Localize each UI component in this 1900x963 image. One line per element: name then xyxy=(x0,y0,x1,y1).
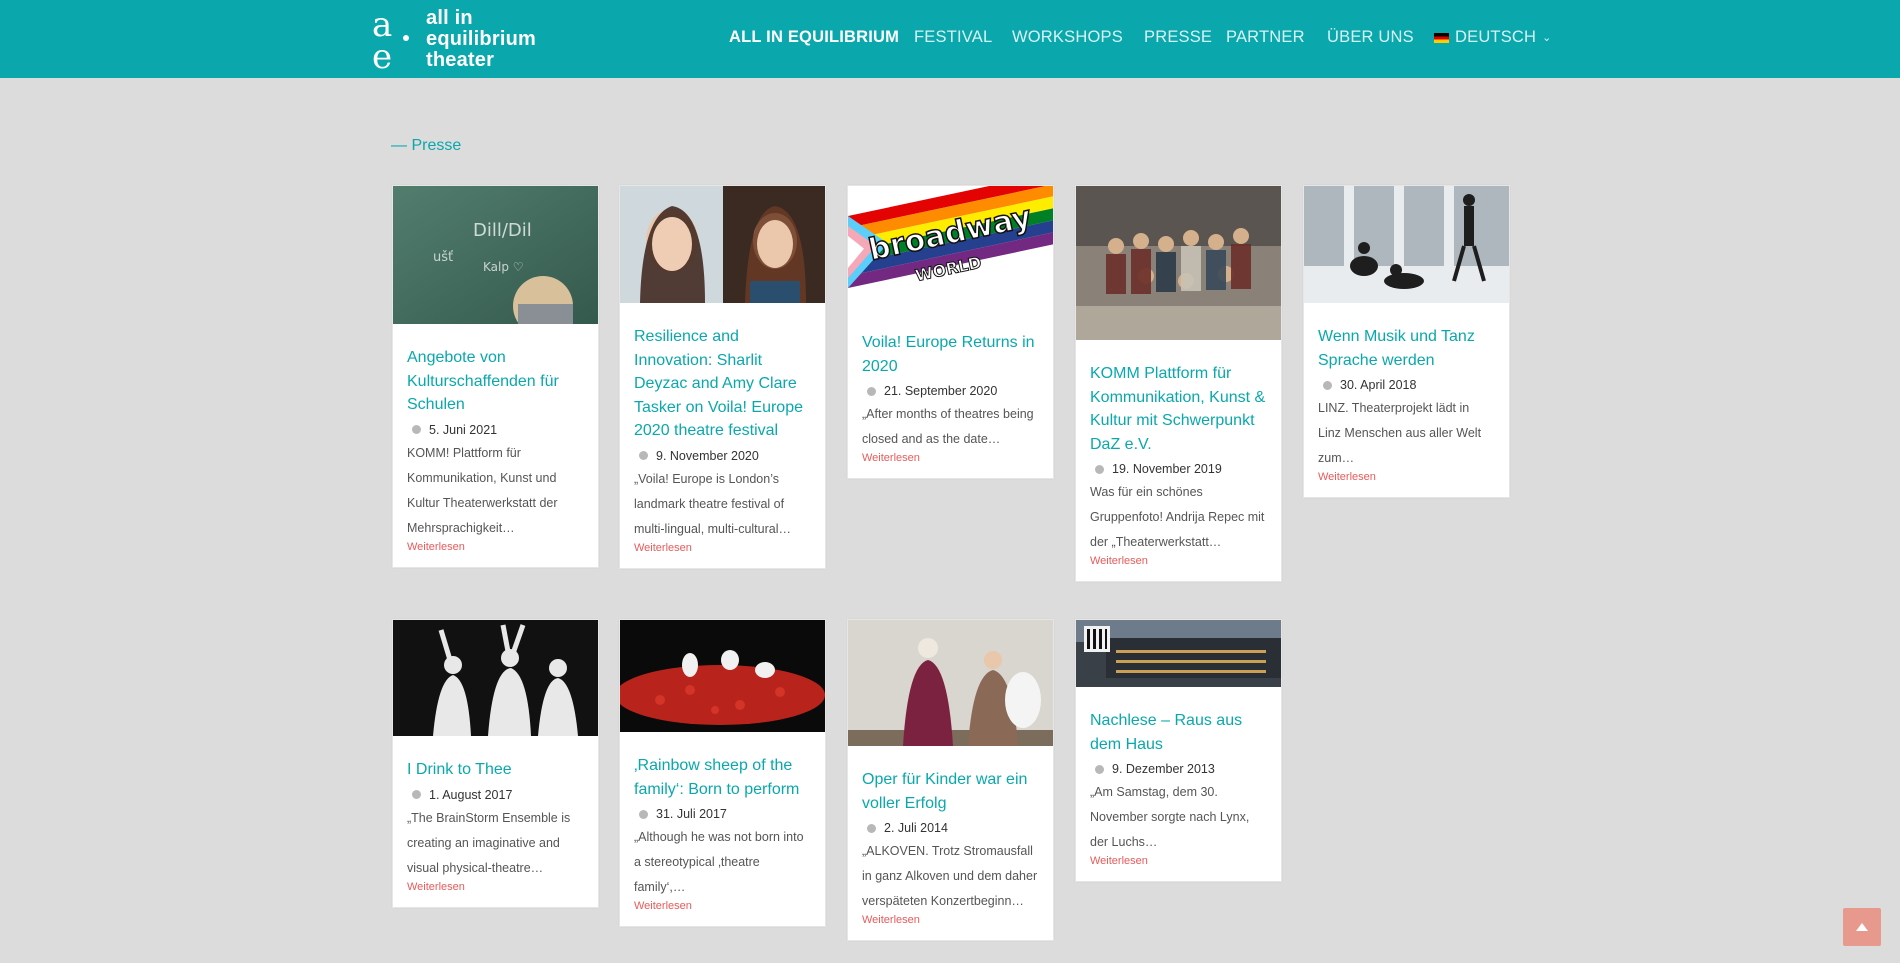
card-date: 9. November 2020 xyxy=(634,449,811,463)
card-date: 2. Juli 2014 xyxy=(862,821,1039,835)
calendar-dot-icon xyxy=(412,425,421,434)
logo-ae-icon: a e xyxy=(370,5,412,77)
date-text: 31. Juli 2017 xyxy=(656,807,727,821)
nav-ueber-uns[interactable]: ÜBER UNS xyxy=(1327,28,1414,47)
read-more-link[interactable]: Weiterlesen xyxy=(1090,855,1267,867)
press-card: Nachlese – Raus aus dem Haus 9. Dezember… xyxy=(1075,619,1282,882)
card-image-red-stage[interactable] xyxy=(620,620,825,732)
section-label: — Presse xyxy=(391,137,462,154)
logo-wordmark: all in equilibrium theater xyxy=(426,6,536,71)
card-title[interactable]: Voila! Europe Returns in 2020 xyxy=(862,331,1039,378)
read-more-link[interactable]: Weiterlesen xyxy=(862,452,1039,464)
read-more-link[interactable]: Weiterlesen xyxy=(407,881,584,893)
scroll-to-top-button[interactable] xyxy=(1843,908,1881,946)
read-more-link[interactable]: Weiterlesen xyxy=(1090,555,1267,567)
nav-presse[interactable]: PRESSE xyxy=(1144,28,1212,47)
calendar-dot-icon xyxy=(1095,464,1104,474)
card-title[interactable]: Angebote von Kulturschaffenden für Schul… xyxy=(407,346,584,417)
card-excerpt: LINZ. Theaterprojekt lädt in Linz Mensch… xyxy=(1318,401,1482,465)
nav-workshops[interactable]: WORKSHOPS xyxy=(1012,28,1123,47)
read-more-link[interactable]: Weiterlesen xyxy=(407,541,584,553)
calendar-dot-icon xyxy=(867,823,876,833)
date-text: 21. September 2020 xyxy=(884,384,998,398)
press-card: KOMM Plattform für Kommunikation, Kunst … xyxy=(1075,185,1282,582)
card-image-performers[interactable] xyxy=(393,620,598,736)
language-selector[interactable]: DEUTSCH ⌄ xyxy=(1434,28,1552,47)
card-image-building[interactable] xyxy=(1076,620,1281,687)
date-text: 1. August 2017 xyxy=(429,787,513,802)
card-title[interactable]: I Drink to Thee xyxy=(407,758,584,782)
card-date: 9. Dezember 2013 xyxy=(1090,762,1267,776)
calendar-dot-icon xyxy=(412,790,421,799)
press-card: ‚Rainbow sheep of the family‘: Born to p… xyxy=(619,619,826,927)
card-title[interactable]: KOMM Plattform für Kommunikation, Kunst … xyxy=(1090,362,1267,456)
calendar-dot-icon xyxy=(867,386,876,396)
site-logo[interactable]: a e all in equilibrium theater xyxy=(370,5,536,77)
date-text: 9. Dezember 2013 xyxy=(1112,762,1215,776)
read-more-link[interactable]: Weiterlesen xyxy=(862,914,1039,926)
card-excerpt: Was für ein schönes Gruppenfoto! Andrija… xyxy=(1090,485,1265,549)
logo-line: all in xyxy=(426,6,473,29)
card-image-opera[interactable] xyxy=(848,620,1053,746)
german-flag-icon xyxy=(1434,32,1449,43)
svg-text:e: e xyxy=(372,37,392,72)
press-card: Dill/Dil ušť Kalp ♡ Angebote von Kulturs… xyxy=(392,185,599,568)
card-image-teacher[interactable]: Dill/Dil ušť Kalp ♡ xyxy=(393,186,598,324)
press-card: broadway WORLD Voila! Europe Returns in … xyxy=(847,185,1054,479)
date-text: 2. Juli 2014 xyxy=(884,821,948,835)
logo-line: theater xyxy=(426,48,495,71)
card-excerpt: „ALKOVEN. Trotz Stromausfall in ganz Alk… xyxy=(862,844,1038,908)
card-title[interactable]: ‚Rainbow sheep of the family‘: Born to p… xyxy=(634,754,811,801)
card-excerpt: „After months of theatres being closed a… xyxy=(862,407,1034,446)
date-text: 9. November 2020 xyxy=(656,448,759,463)
card-date: 5. Juni 2021 xyxy=(407,423,584,437)
card-image-broadway-world[interactable]: broadway WORLD xyxy=(848,186,1053,309)
card-excerpt: „The BrainStorm Ensemble is creating an … xyxy=(407,810,571,875)
press-card: I Drink to Thee 1. August 2017 „The Brai… xyxy=(392,619,599,908)
card-excerpt: KOMM! Plattform für Kommunikation, Kunst… xyxy=(407,445,558,535)
press-card: Oper für Kinder war ein voller Erfolg 2.… xyxy=(847,619,1054,941)
language-label: DEUTSCH xyxy=(1455,28,1537,46)
logo-line: equilibrium xyxy=(426,27,536,50)
svg-text:ušť: ušť xyxy=(433,250,453,265)
site-header: a e all in equilibrium theater ALL IN EQ… xyxy=(0,0,1900,78)
card-date: 1. August 2017 xyxy=(407,788,584,802)
card-excerpt: „Voila! Europe is London’s landmark thea… xyxy=(634,471,791,536)
press-card: Wenn Musik und Tanz Sprache werden 30. A… xyxy=(1303,185,1510,498)
card-date: 30. April 2018 xyxy=(1318,378,1495,392)
card-date: 19. November 2019 xyxy=(1090,462,1267,476)
card-title[interactable]: Resilience and Innovation: Sharlit Deyza… xyxy=(634,325,811,443)
read-more-link[interactable]: Weiterlesen xyxy=(1318,471,1495,483)
press-card: Resilience and Innovation: Sharlit Deyza… xyxy=(619,185,826,569)
nav-partner[interactable]: PARTNER xyxy=(1226,28,1305,47)
nav-all-in-equilibrium[interactable]: ALL IN EQUILIBRIUM xyxy=(729,28,899,47)
nav-festival[interactable]: FESTIVAL xyxy=(914,28,992,47)
read-more-link[interactable]: Weiterlesen xyxy=(634,900,811,912)
card-excerpt: „Although he was not born into a stereot… xyxy=(634,830,804,894)
date-text: 30. April 2018 xyxy=(1340,378,1417,392)
card-excerpt: „Am Samstag, dem 30. November sorgte nac… xyxy=(1090,785,1250,849)
calendar-dot-icon xyxy=(639,809,648,819)
card-image-portraits[interactable] xyxy=(620,186,825,303)
chevron-down-icon: ⌄ xyxy=(1542,32,1552,44)
card-date: 21. September 2020 xyxy=(862,384,1039,398)
calendar-dot-icon xyxy=(1323,380,1332,390)
date-text: 19. November 2019 xyxy=(1112,462,1222,476)
calendar-dot-icon xyxy=(639,451,648,460)
card-date: 31. Juli 2017 xyxy=(634,807,811,821)
calendar-dot-icon xyxy=(1095,764,1104,774)
chevron-up-icon xyxy=(1856,923,1868,931)
card-title[interactable]: Nachlese – Raus aus dem Haus xyxy=(1090,709,1267,756)
card-title[interactable]: Oper für Kinder war ein voller Erfolg xyxy=(862,768,1039,815)
card-image-group-photo[interactable] xyxy=(1076,186,1281,340)
card-title[interactable]: Wenn Musik und Tanz Sprache werden xyxy=(1318,325,1495,372)
svg-text:Kalp ♡: Kalp ♡ xyxy=(483,260,524,274)
svg-text:Dill/Dil: Dill/Dil xyxy=(473,220,532,241)
date-text: 5. Juni 2021 xyxy=(429,422,498,437)
read-more-link[interactable]: Weiterlesen xyxy=(634,542,811,554)
card-image-dance[interactable] xyxy=(1304,186,1509,303)
